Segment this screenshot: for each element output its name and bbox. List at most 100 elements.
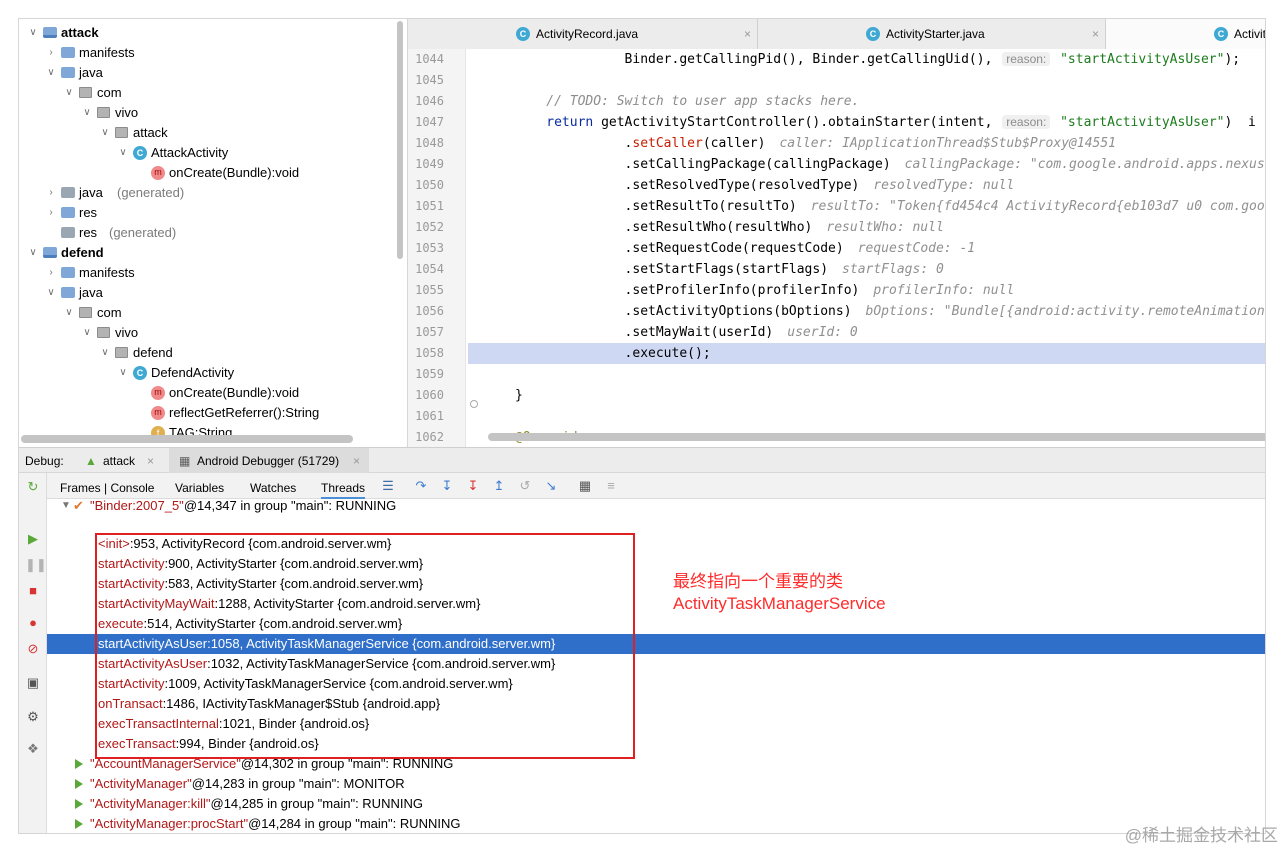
close-icon[interactable]: × — [1092, 19, 1099, 49]
tree-vertical-scrollbar[interactable] — [397, 21, 403, 259]
chevron-down-icon[interactable]: ∨ — [99, 123, 111, 143]
chevron-right-icon[interactable]: › — [45, 203, 57, 223]
chevron-down-icon[interactable]: ∨ — [117, 363, 129, 383]
stack-frame[interactable]: startActivity:583, ActivityStarter {com.… — [47, 574, 1265, 594]
stack-frame[interactable]: onTransact:1486, IActivityTaskManager$St… — [47, 694, 1265, 714]
chevron-right-icon[interactable]: › — [45, 43, 57, 63]
tab-label: ActivityRecord.java — [536, 27, 639, 41]
tree-item[interactable]: › manifests — [19, 43, 399, 63]
tree-item[interactable]: ∨ attack — [19, 123, 399, 143]
chevron-down-icon[interactable]: ∨ — [99, 343, 111, 363]
stack-frame[interactable]: execute:514, ActivityStarter {com.androi… — [47, 614, 1265, 634]
frame-location: :1486, IActivityTaskManager$Stub {androi… — [162, 696, 441, 711]
thread-name: "AccountManagerService" — [90, 756, 241, 771]
tree-item[interactable]: ∨ java — [19, 283, 399, 303]
tree-item-label: reflectGetReferrer():String — [169, 405, 320, 420]
camera-icon[interactable]: ▣ — [25, 675, 41, 691]
rerun-icon[interactable]: ↻ — [25, 479, 41, 495]
chevron-down-icon[interactable]: ∨ — [63, 303, 75, 323]
current-thread-row[interactable]: ▼ ✔ "Binder:2007_5"@14,347 in group "mai… — [47, 499, 1265, 516]
close-icon[interactable]: × — [744, 19, 751, 49]
chevron-down-icon[interactable]: ∨ — [81, 103, 93, 123]
thread-row[interactable]: "ActivityManager:procStart"@14,284 in gr… — [47, 814, 1265, 833]
frame-location: :1288, ActivityStarter {com.android.serv… — [214, 596, 481, 611]
stack-frame[interactable]: startActivity:1009, ActivityTaskManagerS… — [47, 674, 1265, 694]
chevron-right-icon[interactable]: › — [45, 183, 57, 203]
chevron-down-icon[interactable]: ∨ — [81, 323, 93, 343]
thread-row[interactable]: "AccountManagerService"@14,302 in group … — [47, 754, 1265, 774]
menu-icon[interactable]: ☰ — [380, 478, 396, 494]
chevron-down-icon[interactable]: ∨ — [45, 283, 57, 303]
tree-item[interactable]: › manifests — [19, 263, 399, 283]
tab-variables[interactable]: Variables — [175, 473, 224, 499]
chevron-down-icon[interactable]: ∨ — [45, 63, 57, 83]
tab-watches[interactable]: Watches — [250, 473, 296, 499]
step-out-icon[interactable]: ↥ — [491, 478, 507, 494]
step-into-icon[interactable]: ↧ — [439, 478, 455, 494]
stack-frame[interactable]: <init>:953, ActivityRecord {com.android.… — [47, 534, 1265, 554]
force-step-into-icon[interactable]: ↧ — [465, 478, 481, 494]
stack-frame[interactable]: execTransact:994, Binder {android.os} — [47, 734, 1265, 754]
tree-horizontal-scrollbar[interactable] — [21, 435, 353, 443]
folder-icon — [61, 207, 75, 218]
tree-item[interactable]: › java (generated) — [19, 183, 399, 203]
chevron-down-icon[interactable]: ∨ — [63, 83, 75, 103]
tree-item[interactable]: res (generated) — [19, 223, 399, 243]
stop-icon[interactable]: ■ — [25, 583, 41, 599]
drop-frame-icon[interactable]: ↺ — [517, 478, 533, 494]
tab-frames-console[interactable]: Frames | Console — [60, 473, 154, 499]
tree-item[interactable]: ∨ defend — [19, 243, 399, 263]
stack-frame[interactable]: startActivityAsUser:1032, ActivityTaskMa… — [47, 654, 1265, 674]
tree-item[interactable]: › res — [19, 203, 399, 223]
tree-item[interactable]: ∨ C AttackActivity — [19, 143, 399, 163]
tab-threads[interactable]: Threads — [321, 473, 366, 499]
gear-icon[interactable]: ⚙ — [25, 709, 41, 725]
tree-item[interactable]: ∨ com — [19, 303, 399, 323]
tree-item[interactable]: ∨ C DefendActivity — [19, 363, 399, 383]
editor-horizontal-scrollbar[interactable] — [488, 433, 1265, 441]
tree-item[interactable]: ∨ attack — [19, 23, 399, 43]
tab-active[interactable]: C Activit — [1106, 19, 1265, 49]
debugger-icon: ▦ — [179, 454, 191, 468]
view-breakpoints-icon[interactable]: ● — [25, 615, 41, 631]
tree-item[interactable]: m onCreate(Bundle):void — [19, 163, 399, 183]
chevron-down-icon[interactable]: ∨ — [27, 243, 39, 263]
step-over-icon[interactable]: ↷ — [413, 478, 429, 494]
tree-item[interactable]: ∨ com — [19, 83, 399, 103]
chevron-down-icon[interactable]: ∨ — [117, 143, 129, 163]
evaluate-expression-icon[interactable]: ▦ — [577, 478, 593, 494]
tree-item[interactable]: ∨ defend — [19, 343, 399, 363]
debug-tab-android-debugger[interactable]: Android Debugger (51729) — [197, 448, 339, 474]
close-icon[interactable]: × — [353, 448, 360, 474]
frame-method: startActivity — [98, 576, 165, 591]
pin-icon[interactable]: ❖ — [25, 741, 41, 757]
thread-row[interactable]: "ActivityManager:kill"@14,285 in group "… — [47, 794, 1265, 814]
tree-item[interactable]: m onCreate(Bundle):void — [19, 383, 399, 403]
chevron-right-icon[interactable]: › — [45, 263, 57, 283]
mute-breakpoints-icon[interactable]: ⊘ — [25, 641, 41, 657]
threads-list[interactable]: ▼ ✔ "Binder:2007_5"@14,347 in group "mai… — [47, 499, 1265, 833]
line-number: 1058 — [415, 346, 444, 360]
trace-icon[interactable]: ≡ — [603, 478, 619, 494]
tree-item[interactable]: ∨ vivo — [19, 103, 399, 123]
debug-sidebar: ↻ ▶ ❚❚ ■ ● ⊘ ▣ ⚙ ❖ — [19, 473, 47, 833]
stack-frame[interactable]: startActivityMayWait:1288, ActivityStart… — [47, 594, 1265, 614]
close-icon[interactable]: × — [147, 448, 154, 474]
tree-item[interactable]: ∨ vivo — [19, 323, 399, 343]
debug-tab-attack[interactable]: attack — [103, 448, 135, 474]
chevron-down-icon[interactable]: ∨ — [27, 23, 39, 43]
pause-icon[interactable]: ❚❚ — [25, 557, 47, 573]
stack-frame[interactable]: execTransactInternal:1021, Binder {andro… — [47, 714, 1265, 734]
stack-frame-selected[interactable]: startActivityAsUser:1058, ActivityTaskMa… — [47, 634, 1265, 654]
tree-item[interactable]: m reflectGetReferrer():String — [19, 403, 399, 423]
run-to-cursor-icon[interactable]: ↘ — [543, 478, 559, 494]
thread-row[interactable]: "ActivityManager"@14,283 in group "main"… — [47, 774, 1265, 794]
resume-icon[interactable]: ▶ — [25, 531, 41, 547]
tab-activitystarter[interactable]: C ActivityStarter.java × — [758, 19, 1106, 49]
tree-item[interactable]: ∨ java — [19, 63, 399, 83]
frame-method: execute — [98, 616, 144, 631]
stack-frame[interactable]: startActivity:900, ActivityStarter {com.… — [47, 554, 1265, 574]
line-number: 1056 — [415, 304, 444, 318]
package-icon — [97, 107, 110, 118]
tab-activityrecord[interactable]: C ActivityRecord.java × — [408, 19, 758, 49]
